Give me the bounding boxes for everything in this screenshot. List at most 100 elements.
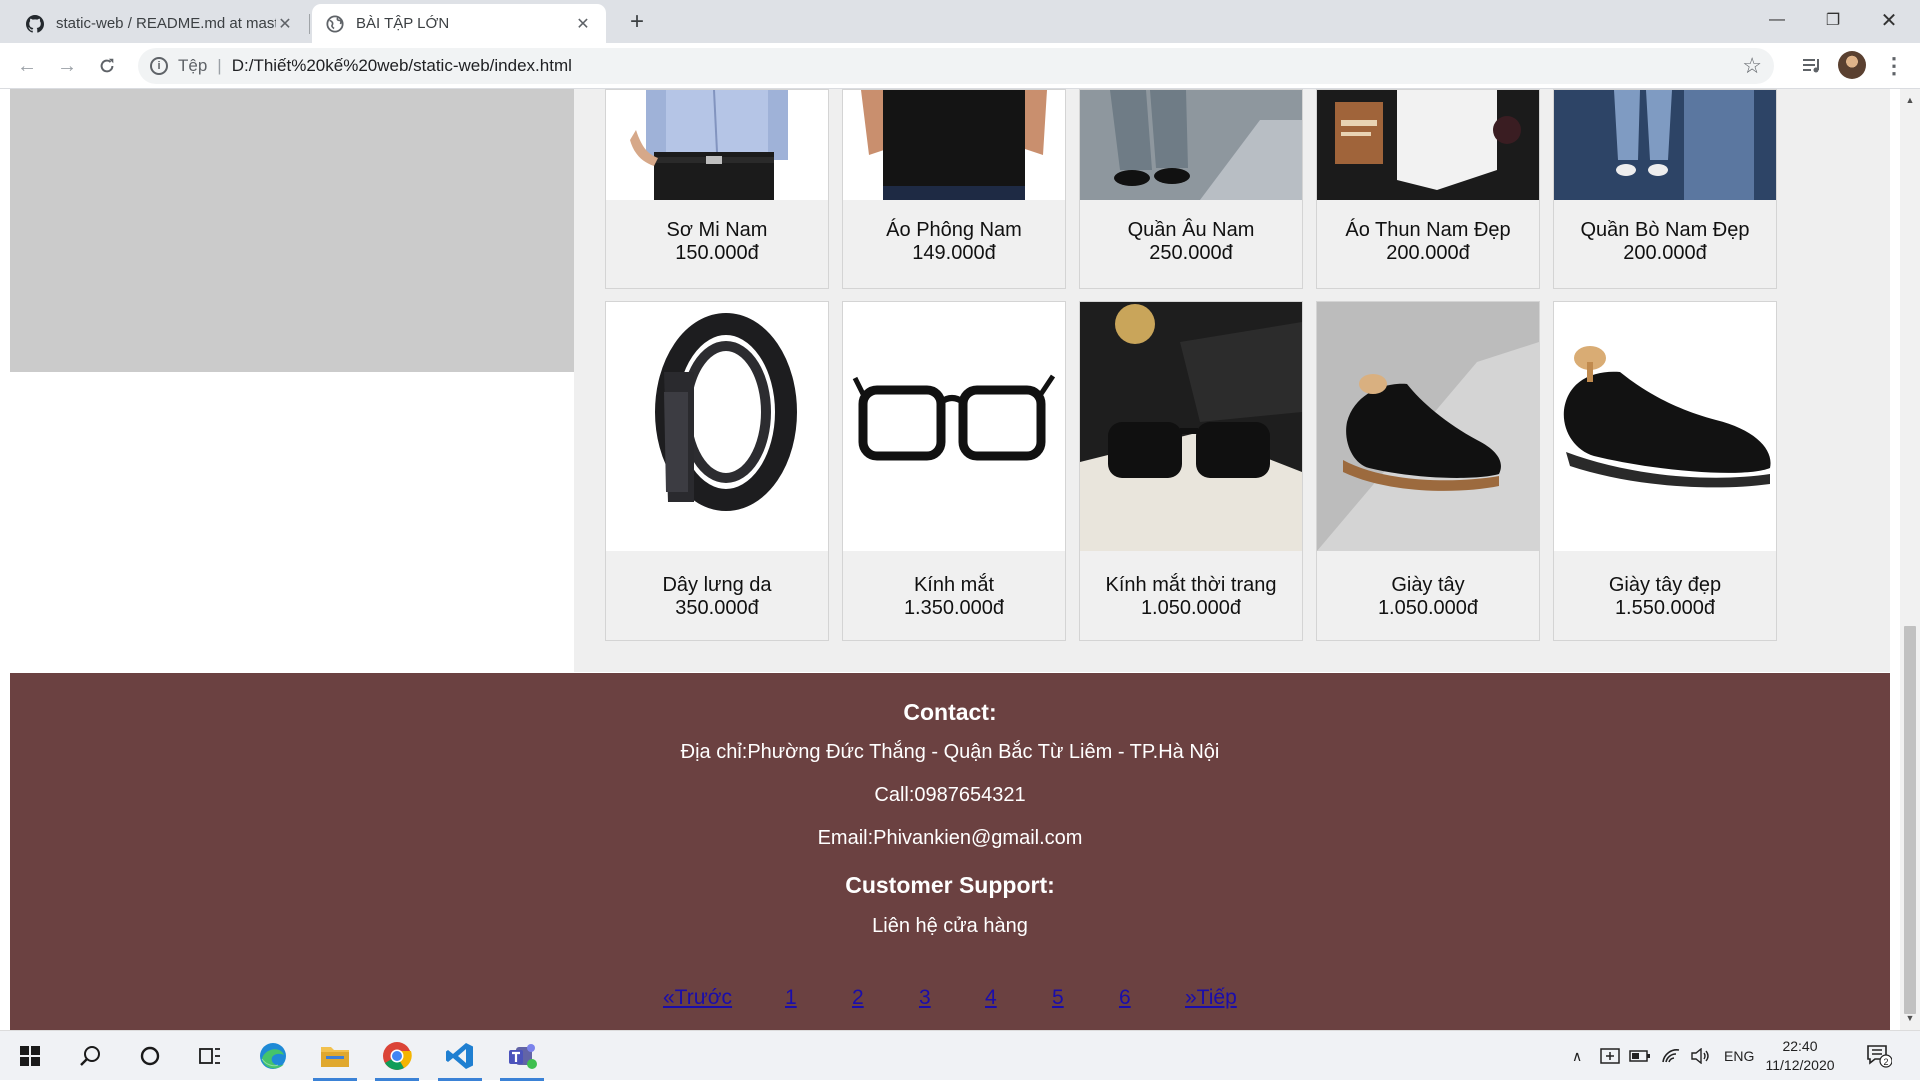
windows-logo-icon <box>20 1046 40 1066</box>
defender-icon[interactable] <box>1600 1031 1620 1081</box>
product-card[interactable]: Giày tây 1.050.000đ <box>1316 301 1540 641</box>
close-tab-icon[interactable]: ✕ <box>276 14 294 34</box>
product-image-sunglasses <box>1080 302 1302 551</box>
file-explorer-icon[interactable] <box>307 1031 363 1081</box>
contact-heading: Contact: <box>903 699 997 725</box>
product-name: Kính mắt <box>913 574 995 596</box>
pagination-prev-link[interactable]: «Trước <box>663 986 732 1010</box>
product-price: 200.000đ <box>1623 242 1707 264</box>
product-card[interactable]: Kính mắt thời trang 1.050.000đ <box>1079 301 1303 641</box>
notification-count: 2 <box>1883 1057 1888 1067</box>
github-icon <box>26 14 44 33</box>
tab-title: static-web / README.md at master · phiva… <box>56 15 276 32</box>
tab-bai-tap-lon[interactable]: BÀI TẬP LỚN ✕ <box>312 4 606 43</box>
scrollbar-thumb[interactable] <box>1904 626 1916 1014</box>
edge-icon[interactable] <box>245 1031 301 1081</box>
clock-time: 22:40 <box>1782 1038 1818 1054</box>
volume-icon[interactable] <box>1690 1031 1710 1081</box>
teams-icon[interactable] <box>494 1031 550 1081</box>
close-window-button[interactable]: ✕ <box>1861 0 1917 40</box>
product-card[interactable]: Sơ Mi Nam 150.000đ <box>605 89 829 289</box>
close-tab-icon[interactable]: ✕ <box>574 14 592 34</box>
notification-center-icon[interactable]: 2 <box>1866 1044 1893 1068</box>
pagination: «Trước 1 2 3 4 5 6 »Tiếp <box>10 986 1890 1014</box>
show-hidden-icons-icon[interactable]: ∧ <box>1572 1031 1582 1081</box>
globe-icon <box>326 14 344 33</box>
contact-email: Email:Phivankien@gmail.com <box>817 827 1083 849</box>
chrome-menu-icon[interactable]: ⋮ <box>1880 52 1908 80</box>
reload-button[interactable] <box>93 52 121 80</box>
product-card[interactable]: Quần Bò Nam Đẹp 200.000đ <box>1553 89 1777 289</box>
taskbar-clock[interactable]: 22:40 11/12/2020 <box>1755 1037 1845 1075</box>
browser-tab-strip: static-web / README.md at master · phiva… <box>0 0 1920 43</box>
product-image-jeans <box>1554 90 1776 200</box>
product-image-belt <box>606 302 828 551</box>
pagination-page-4[interactable]: 4 <box>985 986 997 1010</box>
battery-icon[interactable] <box>1629 1031 1651 1081</box>
profile-avatar[interactable] <box>1838 51 1866 79</box>
product-card[interactable]: Áo Phông Nam 149.000đ <box>842 89 1066 289</box>
product-image-shoe <box>1317 302 1539 551</box>
cortana-icon[interactable] <box>122 1031 178 1081</box>
forward-button[interactable]: → <box>53 52 81 80</box>
pagination-page-2[interactable]: 2 <box>852 986 864 1010</box>
browser-toolbar: ← → i Tệp | D:/Thiết%20kế%20web/static-w… <box>0 43 1920 89</box>
support-text: Liên hệ cửa hàng <box>872 915 1028 937</box>
chrome-icon[interactable] <box>369 1031 425 1081</box>
pagination-next-link[interactable]: »Tiếp <box>1185 986 1237 1010</box>
product-card[interactable]: Quần Âu Nam 250.000đ <box>1079 89 1303 289</box>
product-price: 200.000đ <box>1386 242 1470 264</box>
input-language[interactable]: ENG <box>1724 1031 1754 1081</box>
pagination-page-5[interactable]: 5 <box>1052 986 1064 1010</box>
back-button[interactable]: ← <box>13 52 41 80</box>
product-name: Dây lưng da <box>662 574 772 596</box>
address-bar[interactable]: i Tệp | D:/Thiết%20kế%20web/static-web/i… <box>138 48 1774 84</box>
product-card[interactable]: Giày tây đẹp 1.550.000đ <box>1553 301 1777 641</box>
page-viewport: Sơ Mi Nam 150.000đ Áo Phông Nam 149.000đ… <box>0 89 1900 1030</box>
product-card[interactable]: Dây lưng da 350.000đ <box>605 301 829 641</box>
clock-date: 11/12/2020 <box>1765 1057 1835 1073</box>
product-name: Kính mắt thời trang <box>1105 574 1277 596</box>
restore-button[interactable]: ❐ <box>1805 0 1861 40</box>
scroll-down-arrow-icon[interactable]: ▼ <box>1900 1013 1920 1023</box>
product-price: 150.000đ <box>675 242 759 264</box>
search-icon[interactable] <box>62 1031 118 1081</box>
info-icon[interactable]: i <box>150 57 168 75</box>
product-image-folded-tee <box>1317 90 1539 200</box>
product-card[interactable]: Kính mắt 1.350.000đ <box>842 301 1066 641</box>
product-price: 149.000đ <box>912 242 996 264</box>
windows-taskbar: ∧ ENG 22:40 11/12/2020 2 <box>0 1030 1920 1081</box>
product-image-shirt <box>606 90 828 200</box>
wifi-icon[interactable] <box>1661 1031 1681 1081</box>
page-scrollbar[interactable]: ▲ ▼ <box>1900 89 1920 1030</box>
minimize-button[interactable]: — <box>1749 0 1805 40</box>
bookmark-star-icon[interactable]: ☆ <box>1742 53 1762 79</box>
sidebar-placeholder <box>10 89 574 372</box>
start-button[interactable] <box>2 1031 58 1081</box>
product-image-glasses <box>843 302 1065 551</box>
product-name: Sơ Mi Nam <box>666 219 768 241</box>
product-price: 250.000đ <box>1149 242 1233 264</box>
pagination-page-1[interactable]: 1 <box>785 986 797 1010</box>
new-tab-button[interactable]: + <box>620 7 654 37</box>
product-price: 1.350.000đ <box>903 597 1005 619</box>
media-controls-icon[interactable] <box>1798 52 1826 80</box>
product-name: Quần Âu Nam <box>1127 219 1255 241</box>
url-text: D:/Thiết%20kế%20web/static-web/index.htm… <box>231 56 572 75</box>
product-price: 1.050.000đ <box>1140 597 1242 619</box>
tab-github-readme[interactable]: static-web / README.md at master · phiva… <box>12 4 308 43</box>
product-image-shoe <box>1554 302 1776 551</box>
vscode-icon[interactable] <box>432 1031 488 1081</box>
support-heading: Customer Support: <box>845 872 1055 898</box>
product-image-tshirt <box>843 90 1065 200</box>
product-name: Giày tây <box>1391 574 1465 596</box>
product-card[interactable]: Áo Thun Nam Đẹp 200.000đ <box>1316 89 1540 289</box>
product-name: Giày tây đẹp <box>1608 574 1722 596</box>
pagination-page-3[interactable]: 3 <box>919 986 931 1010</box>
product-price: 350.000đ <box>675 597 759 619</box>
task-view-icon[interactable] <box>182 1031 238 1081</box>
product-price: 1.050.000đ <box>1377 597 1479 619</box>
pagination-page-6[interactable]: 6 <box>1119 986 1131 1010</box>
scroll-up-arrow-icon[interactable]: ▲ <box>1900 95 1920 105</box>
tab-title: BÀI TẬP LỚN <box>356 15 450 32</box>
